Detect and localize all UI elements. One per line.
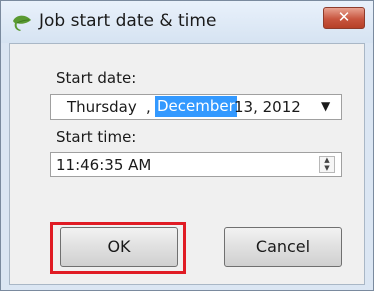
date-month-field[interactable]: December — [155, 96, 237, 117]
start-date-picker[interactable]: Thursday , December 13, 2012 ▼ — [50, 94, 342, 120]
cancel-button[interactable]: Cancel — [224, 227, 342, 267]
window-title: Job start date & time — [39, 11, 217, 31]
start-date-label: Start date: — [56, 69, 137, 87]
close-button[interactable]: ✕ — [323, 7, 365, 29]
time-value[interactable]: 11:46:35 AM — [56, 156, 151, 174]
dialog-body: Start date: Thursday , December 13, 2012… — [9, 43, 365, 285]
dialog-window: Job start date & time ✕ Start date: Thur… — [0, 0, 374, 291]
spin-down-icon[interactable]: ▼ — [320, 165, 334, 172]
start-time-input[interactable]: 11:46:35 AM ▲ ▼ — [50, 152, 342, 177]
close-icon: ✕ — [337, 8, 351, 26]
leaf-icon — [13, 15, 31, 31]
title-bar[interactable]: Job start date & time ✕ — [1, 1, 373, 43]
ok-button[interactable]: OK — [60, 227, 178, 267]
date-separator: , — [146, 98, 151, 116]
start-time-label: Start time: — [56, 128, 137, 146]
chevron-down-icon[interactable]: ▼ — [321, 99, 330, 113]
date-day-field[interactable]: Thursday — [67, 98, 137, 116]
date-day-year-field[interactable]: 13, 2012 — [234, 98, 301, 116]
spin-up-icon[interactable]: ▲ — [320, 157, 334, 164]
time-spinner[interactable]: ▲ ▼ — [319, 156, 335, 173]
